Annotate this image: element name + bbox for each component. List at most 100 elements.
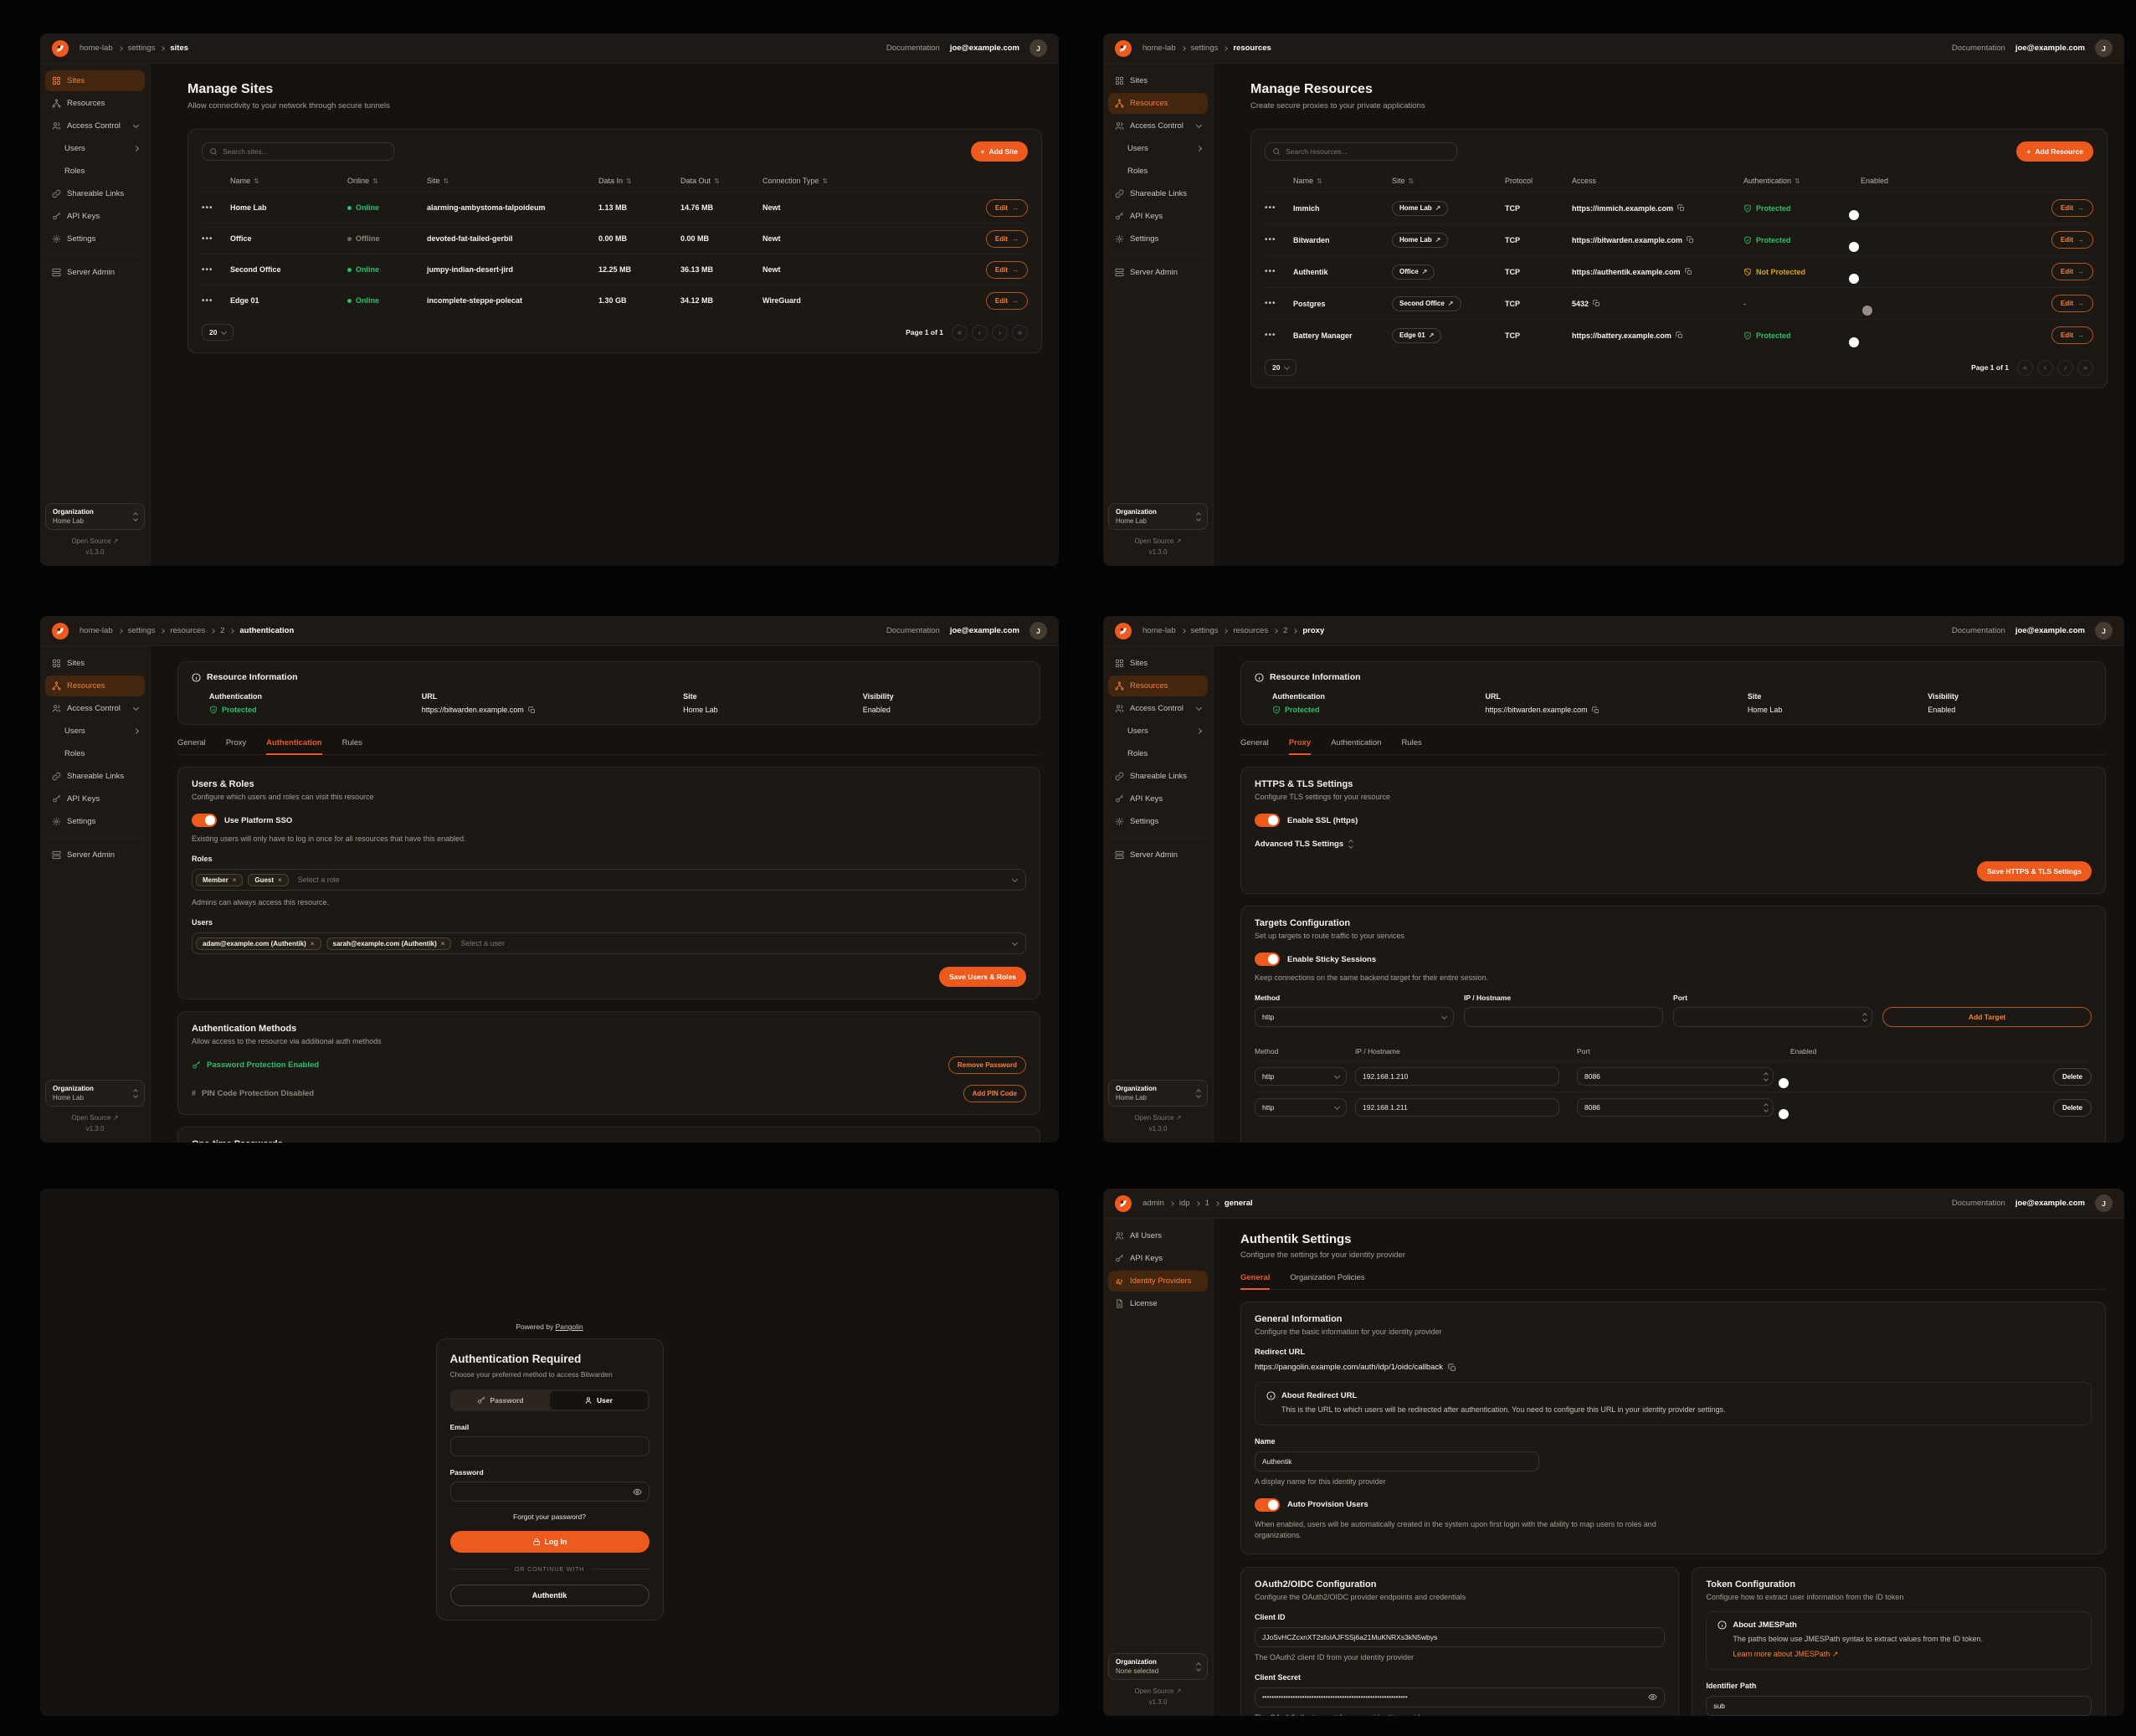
add-site-button[interactable]: +Add Site [971, 141, 1028, 162]
save-https-tls-button[interactable]: Save HTTPS & TLS Settings [1977, 861, 2092, 881]
role-chip[interactable]: Guest× [248, 874, 288, 886]
authentik-sso-button[interactable]: Authentik [450, 1584, 650, 1606]
column-authentication[interactable]: Authentication⇅ [1743, 177, 1861, 185]
sidebar-item-sites[interactable]: Sites [45, 70, 145, 91]
user-email[interactable]: joe@example.com [2015, 44, 2085, 53]
avatar[interactable]: J [1029, 39, 1047, 57]
edit-button[interactable]: Edit→ [2051, 263, 2093, 280]
copy-icon[interactable] [1592, 706, 1599, 714]
save-users-roles-button[interactable]: Save Users & Roles [939, 967, 1026, 987]
tab-authentication[interactable]: Authentication [266, 738, 322, 754]
sidebar-item-settings[interactable]: Settings [1108, 229, 1208, 249]
edit-button[interactable]: Edit→ [2051, 295, 2093, 312]
jmespath-learn-more-link[interactable]: Learn more about JMESPath ↗ [1733, 1649, 2080, 1661]
breadcrumb-item[interactable]: home-lab [1142, 626, 1176, 635]
tab-proxy[interactable]: Proxy [226, 738, 246, 754]
row-menu-icon[interactable]: ••• [1265, 267, 1293, 276]
row-menu-icon[interactable]: ••• [202, 234, 230, 244]
table-row[interactable]: ••• Battery Manager Edge 01↗ TCP https:/… [1265, 319, 2093, 351]
sidebar-item-resources[interactable]: Resources [45, 93, 145, 114]
avatar[interactable]: J [2095, 1194, 2113, 1212]
table-row[interactable]: ••• Home Lab Online alarming-ambystoma-t… [202, 192, 1028, 223]
tab-user[interactable]: User [550, 1391, 648, 1410]
add-target-button[interactable]: Add Target [1882, 1007, 2092, 1027]
forgot-password-link[interactable]: Forgot your password? [450, 1513, 650, 1521]
prev-page-button[interactable]: ‹ [972, 325, 988, 341]
password-field[interactable] [450, 1482, 650, 1502]
user-chip[interactable]: adam@example.com (Authentik)× [196, 937, 321, 950]
edit-button[interactable]: Edit→ [2051, 326, 2093, 344]
login-button[interactable]: Log In [450, 1531, 650, 1553]
client-secret-input[interactable]: ••••••••••••••••••••••••••••••••••••••••… [1255, 1687, 1665, 1708]
sidebar-item-api-keys[interactable]: API Keys [1108, 206, 1208, 227]
sidebar-item-users[interactable]: Users [45, 721, 145, 742]
breadcrumb-item[interactable]: settings [1191, 44, 1219, 53]
close-icon[interactable]: × [278, 876, 282, 884]
sidebar-item-roles[interactable]: Roles [45, 743, 145, 764]
site-pill[interactable]: Office↗ [1392, 265, 1435, 280]
user-email[interactable]: joe@example.com [950, 626, 1019, 635]
users-multiselect[interactable]: adam@example.com (Authentik)× sarah@exam… [192, 932, 1026, 954]
access-url[interactable]: https://authentik.example.com [1572, 268, 1743, 276]
org-picker[interactable]: OrganizationHome Lab [45, 503, 145, 530]
user-email[interactable]: joe@example.com [950, 44, 1019, 53]
search-input[interactable] [1286, 147, 1450, 156]
next-page-button[interactable]: › [992, 325, 1008, 341]
search-box[interactable] [202, 142, 394, 161]
table-row[interactable]: ••• Second Office Online jumpy-indian-de… [202, 254, 1028, 285]
edit-button[interactable]: Edit→ [2051, 231, 2093, 249]
port-input[interactable] [1673, 1007, 1872, 1027]
close-icon[interactable]: × [441, 940, 445, 948]
documentation-link[interactable]: Documentation [1952, 44, 2005, 53]
breadcrumb-item[interactable]: home-lab [80, 44, 113, 53]
sidebar-item-api-keys[interactable]: API Keys [1108, 788, 1208, 809]
tab-rules[interactable]: Rules [1401, 738, 1421, 754]
sidebar-item-license[interactable]: License [1108, 1293, 1208, 1314]
sidebar-item-roles[interactable]: Roles [1108, 743, 1208, 764]
auto-provision-toggle[interactable] [1255, 1498, 1280, 1512]
sidebar-item-settings[interactable]: Settings [45, 811, 145, 832]
search-input[interactable] [223, 147, 387, 156]
remove-password-button[interactable]: Remove Password [948, 1056, 1026, 1074]
sidebar-item-access-control[interactable]: Access Control [45, 698, 145, 719]
tab-general[interactable]: General [177, 738, 206, 754]
add-resource-button[interactable]: +Add Resource [2016, 141, 2093, 162]
sidebar-item-api-keys[interactable]: API Keys [45, 206, 145, 227]
sidebar-item-sites[interactable]: Sites [1108, 70, 1208, 91]
open-source-link[interactable]: Open Source ↗ [71, 1114, 118, 1122]
access-url[interactable]: https://immich.example.com [1572, 204, 1743, 213]
identifier-path-input[interactable] [1706, 1696, 2092, 1716]
sidebar-item-users[interactable]: Users [1108, 721, 1208, 742]
tab-rules[interactable]: Rules [342, 738, 362, 754]
eye-icon[interactable] [633, 1487, 642, 1497]
documentation-link[interactable]: Documentation [886, 44, 940, 53]
stepper-icon[interactable] [1863, 1014, 1866, 1021]
site-pill[interactable]: Second Office↗ [1392, 296, 1461, 311]
table-row[interactable]: ••• Immich Home Lab↗ TCP https://immich.… [1265, 192, 2093, 223]
host-input[interactable] [1355, 1067, 1559, 1086]
breadcrumb-item[interactable]: settings [128, 626, 156, 635]
org-picker[interactable]: OrganizationHome Lab [1108, 1080, 1208, 1107]
delete-target-button[interactable]: Delete [2053, 1099, 2092, 1117]
org-picker[interactable]: OrganizationHome Lab [1108, 503, 1208, 530]
stepper-icon[interactable] [1764, 1104, 1768, 1112]
avatar[interactable]: J [1029, 622, 1047, 639]
column-site[interactable]: Site⇅ [1392, 177, 1505, 185]
table-row[interactable]: ••• Office Offline devoted-fat-tailed-ge… [202, 223, 1028, 254]
page-size-select[interactable]: 20 [1265, 359, 1296, 376]
pangolin-link[interactable]: Pangolin [556, 1323, 583, 1331]
last-page-button[interactable]: » [1012, 325, 1028, 341]
page-size-select[interactable]: 20 [202, 324, 234, 341]
advanced-tls-settings[interactable]: Advanced TLS Settings [1255, 840, 2092, 849]
sidebar-item-server-admin[interactable]: Server Admin [45, 845, 145, 865]
copy-icon[interactable] [1676, 331, 1683, 339]
port-input[interactable]: 8086 [1577, 1067, 1774, 1086]
row-menu-icon[interactable]: ••• [1265, 299, 1293, 308]
platform-sso-toggle[interactable] [192, 814, 217, 827]
sticky-sessions-toggle[interactable] [1255, 953, 1280, 966]
sidebar-item-roles[interactable]: Roles [45, 161, 145, 182]
column-data-in[interactable]: Data In⇅ [598, 177, 680, 185]
prev-page-button[interactable]: ‹ [2037, 360, 2053, 376]
method-select[interactable]: http [1255, 1007, 1454, 1027]
tab-proxy[interactable]: Proxy [1289, 738, 1311, 754]
